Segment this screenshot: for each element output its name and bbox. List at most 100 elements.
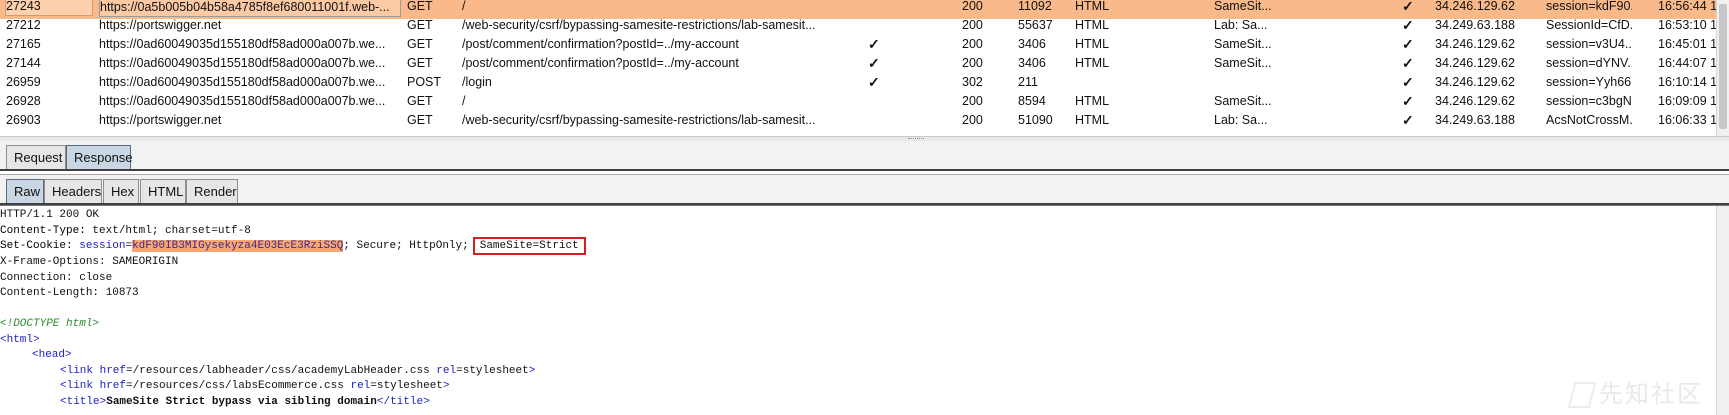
row-url: /post/comment/confirmation?postId=../my-… xyxy=(462,37,739,51)
row-cookies: session=v3U4... xyxy=(1546,37,1632,51)
row-method: GET xyxy=(407,37,433,51)
row-method: GET xyxy=(407,56,433,70)
row-url: /web-security/csrf/bypassing-samesite-re… xyxy=(462,113,816,127)
row-cookies: session=kdF90... xyxy=(1546,0,1632,13)
row-length: 11092 xyxy=(1018,0,1052,13)
row-length: 51090 xyxy=(1018,113,1053,127)
tab-hex[interactable]: Hex xyxy=(103,179,139,203)
tab-raw[interactable]: Raw xyxy=(6,179,44,203)
row-title: SameSit... xyxy=(1214,94,1272,108)
cookie-value: kdF90IB3MIGysekyza4E03EcE3RziSSQ xyxy=(132,240,344,252)
row-status: 200 xyxy=(962,113,983,127)
watermark: 先知社区 xyxy=(1567,374,1703,409)
header-name: Set-Cookie: xyxy=(0,240,73,252)
row-method: GET xyxy=(407,18,433,32)
row-host: https://0ad60049035d155180df58ad000a007b… xyxy=(99,56,386,70)
table-row[interactable]: 26959 https://0ad60049035d155180df58ad000… xyxy=(0,74,1729,95)
header-value: text/html; charset=utf-8 xyxy=(85,225,251,237)
row-title: SameSit... xyxy=(1214,0,1272,13)
row-length: 8594 xyxy=(1018,94,1046,108)
row-tls: ✓ xyxy=(1402,74,1414,90)
table-row[interactable]: 26928 https://0ad60049035d155180df58ad000… xyxy=(0,93,1729,114)
row-mime: HTML xyxy=(1075,56,1110,70)
row-tls: ✓ xyxy=(1402,112,1414,128)
watermark-logo-icon xyxy=(1567,382,1597,408)
row-mime: HTML xyxy=(1075,0,1110,13)
history-scrollbar[interactable] xyxy=(1716,0,1729,136)
doctype: <!DOCTYPE html> xyxy=(0,318,100,330)
content-length-header: Content-Length: 10873 xyxy=(0,287,139,299)
content-type-header: Content-Type: text/html; charset=utf-8 xyxy=(0,223,251,239)
head-open-tag: <head> xyxy=(32,349,72,361)
row-url: / xyxy=(462,0,466,13)
row-method: GET xyxy=(407,94,433,108)
table-row[interactable]: 27144 https://0ad60049035d155180df58ad000… xyxy=(0,55,1729,76)
row-host: https://0ad60049035d155180df58ad000a007b… xyxy=(99,37,386,51)
row-ip: 34.246.129.62 xyxy=(1435,37,1515,51)
row-host: https://0ad60049035d155180df58ad000a007b… xyxy=(99,94,386,108)
row-id: 26959 xyxy=(6,75,41,89)
row-status: 200 xyxy=(962,18,983,32)
row-ip: 34.249.63.188 xyxy=(1435,18,1515,32)
row-params: ✓ xyxy=(868,74,880,90)
cookie-name: session xyxy=(79,240,126,252)
row-id: 26928 xyxy=(6,94,41,108)
title-tag: <title>SameSite Strict bypass via siblin… xyxy=(60,396,430,408)
row-mime: HTML xyxy=(1075,37,1110,51)
row-url: /post/comment/confirmation?postId=../my-… xyxy=(462,56,739,70)
row-ip: 34.246.129.62 xyxy=(1435,0,1515,13)
row-tls: ✓ xyxy=(1402,36,1414,52)
row-mime: HTML xyxy=(1075,18,1110,32)
table-row[interactable]: 26903 https://portswigger.net GET/web-secu… xyxy=(0,112,1729,133)
row-host: https://portswigger.net xyxy=(99,18,222,32)
row-tls: ✓ xyxy=(1402,93,1414,109)
tab-render[interactable]: Render xyxy=(186,179,238,203)
row-id: 27165 xyxy=(6,37,41,51)
tab-request[interactable]: Request xyxy=(6,145,66,169)
row-status: 200 xyxy=(962,0,983,13)
proxy-history-table[interactable]: 27243 https://0a5b005b04b58a4785f8ef68001… xyxy=(0,0,1729,136)
history-scroll-thumb[interactable] xyxy=(1719,4,1727,129)
tab-underline xyxy=(0,169,1729,171)
row-status: 200 xyxy=(962,56,983,70)
row-url: / xyxy=(462,94,466,108)
row-params: ✓ xyxy=(868,36,880,52)
row-title: Lab: Sa... xyxy=(1214,113,1268,127)
row-length: 3406 xyxy=(1018,37,1046,51)
table-row[interactable]: 27165 https://0ad60049035d155180df58ad000… xyxy=(0,36,1729,57)
row-id: 27243 xyxy=(5,0,93,16)
viewer-scrollbar[interactable] xyxy=(1716,206,1729,415)
row-cookies: session=dYNV... xyxy=(1546,56,1632,70)
row-mime: HTML xyxy=(1075,94,1110,108)
row-length: 3406 xyxy=(1018,56,1046,70)
row-method: GET xyxy=(407,0,433,13)
table-row[interactable]: 27212 https://portswigger.net GET/web-secu… xyxy=(0,17,1729,38)
link-href-1: /resources/labheader/css/academyLabHeade… xyxy=(132,365,430,377)
row-ip: 34.246.129.62 xyxy=(1435,94,1515,108)
row-method: POST xyxy=(407,75,442,89)
cookie-attrs: ; Secure; HttpOnly; xyxy=(343,240,469,252)
tab-headers[interactable]: Headers xyxy=(44,179,102,203)
row-host: https://0a5b005b04b58a4785f8ef680011001f… xyxy=(99,0,401,17)
row-ip: 34.246.129.62 xyxy=(1435,56,1515,70)
header-name: Content-Type: xyxy=(0,225,86,237)
row-status: 200 xyxy=(962,94,983,108)
row-status: 200 xyxy=(962,37,983,51)
tab-response[interactable]: Response xyxy=(66,145,133,169)
response-raw-viewer[interactable]: HTTP/1.1 200 OK Content-Type: text/html;… xyxy=(0,205,1729,415)
row-title: SameSit... xyxy=(1214,56,1272,70)
row-tls: ✓ xyxy=(1402,17,1414,33)
row-cookies: SessionId=CfD... xyxy=(1546,18,1632,32)
row-status: 302 xyxy=(962,75,983,89)
samesite-highlight-box: SameSite=Strict xyxy=(472,237,586,255)
tab-html[interactable]: HTML xyxy=(140,179,186,203)
row-cookies: AcsNotCrossM... xyxy=(1546,113,1632,127)
row-mime: HTML xyxy=(1075,113,1110,127)
row-title: SameSit... xyxy=(1214,37,1272,51)
row-tls: ✓ xyxy=(1402,0,1414,14)
connection-header: Connection: close xyxy=(0,272,113,284)
row-ip: 34.246.129.62 xyxy=(1435,75,1515,89)
row-id: 27212 xyxy=(6,18,41,32)
x-frame-options-header: X-Frame-Options: SAMEORIGIN xyxy=(0,256,179,268)
link-tag-2: <link href=/resources/css/labsEcommerce.… xyxy=(60,380,450,392)
